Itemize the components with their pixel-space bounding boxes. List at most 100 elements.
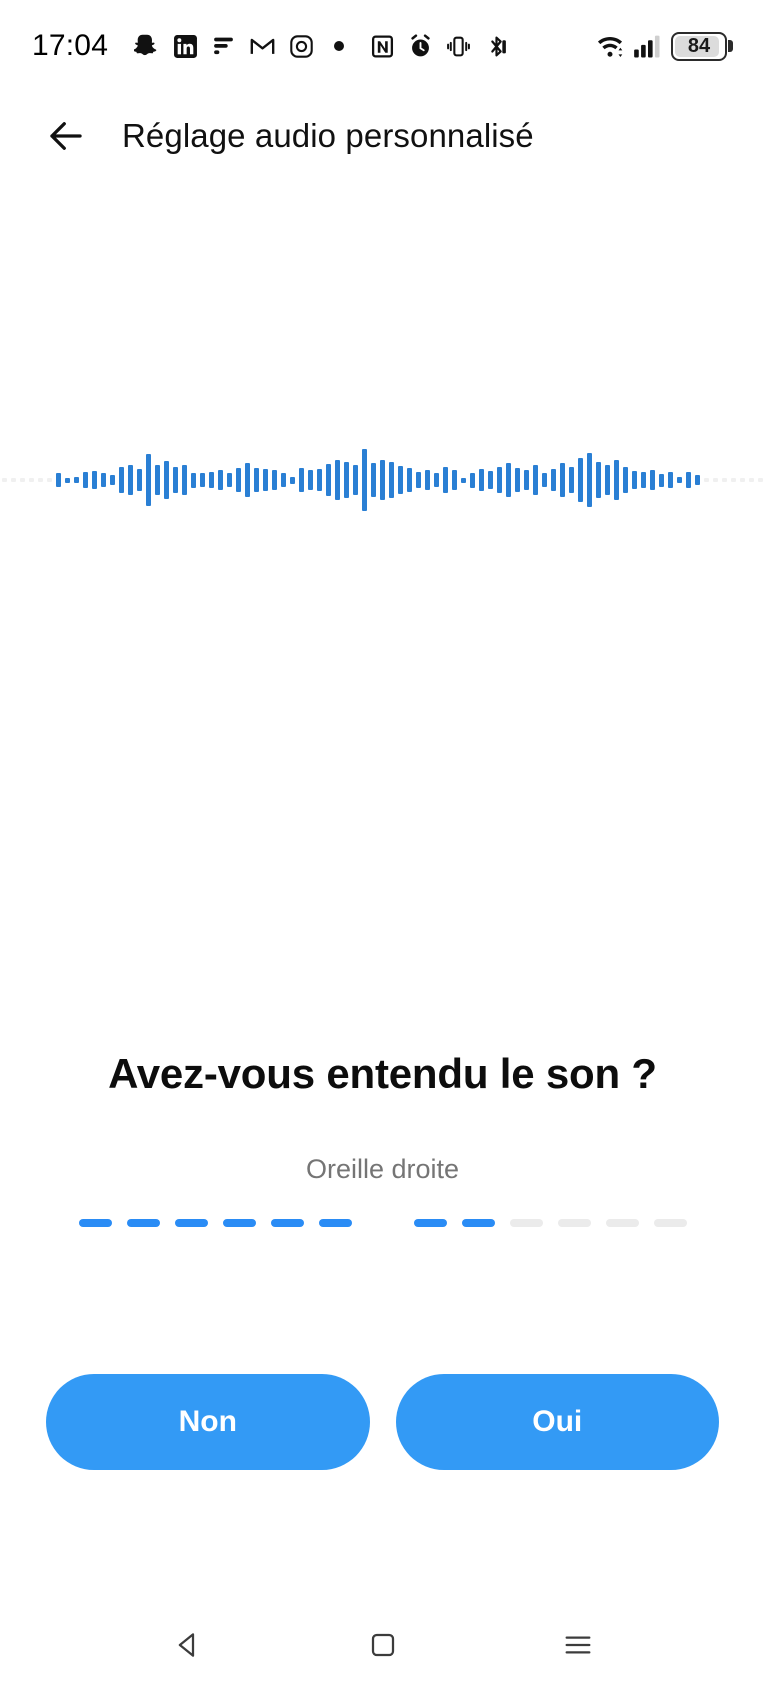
linkedin-icon — [173, 34, 198, 59]
status-bar-clock: 17:04 — [32, 29, 109, 62]
waveform-bar — [704, 478, 709, 482]
waveform-bar — [713, 478, 718, 482]
waveform-bar — [281, 473, 286, 487]
progress-dash — [270, 1219, 304, 1227]
waveform-bar — [299, 468, 304, 492]
gmail-icon — [249, 33, 276, 60]
waveform-bar — [173, 467, 178, 493]
waveform-bar — [470, 472, 475, 488]
progress-dash — [222, 1219, 256, 1227]
test-progress-indicator — [78, 1219, 687, 1227]
nav-home-button[interactable] — [343, 1610, 423, 1680]
waveform-bar — [182, 465, 187, 495]
waveform-bar — [740, 478, 745, 482]
ear-label: Oreille droite — [305, 1154, 460, 1184]
waveform-bar — [380, 460, 385, 500]
status-bar-right: 84 — [595, 31, 733, 61]
waveform-bar — [38, 478, 43, 482]
phone-screen: 17:04 84 Réglage audio personnalisé Avez… — [0, 0, 765, 1700]
waveform-bar — [686, 472, 691, 488]
waveform-bar — [461, 477, 466, 483]
waveform-bar — [533, 465, 538, 495]
waveform-bar — [56, 473, 61, 487]
waveform-bar — [29, 478, 34, 482]
bluetooth-icon — [484, 34, 509, 59]
instagram-icon — [289, 34, 314, 59]
progress-group-left — [78, 1219, 352, 1227]
status-bar-left: 17:04 — [32, 29, 108, 63]
waveform-bar — [371, 463, 376, 497]
waveform-bar — [92, 471, 97, 489]
android-nav-bar — [0, 1590, 765, 1700]
waveform-bar — [587, 453, 592, 507]
waveform-bar — [596, 462, 601, 498]
nav-back-button[interactable] — [148, 1610, 228, 1680]
waveform-bar — [83, 472, 88, 488]
alarm-icon — [408, 33, 433, 59]
waveform-bar — [137, 469, 142, 491]
progress-dash — [174, 1219, 208, 1227]
waveform-bar — [263, 469, 268, 491]
square-home-icon — [368, 1630, 398, 1660]
waveform-bar — [605, 465, 610, 495]
waveform-bar — [641, 472, 646, 488]
progress-dash — [461, 1219, 495, 1227]
waveform-bar — [677, 477, 682, 483]
triangle-back-icon — [173, 1630, 203, 1660]
waveform-bar — [614, 460, 619, 500]
waveform-bar — [731, 478, 736, 482]
waveform-bar — [209, 472, 214, 488]
waveform-bar — [164, 461, 169, 499]
waveform-bar — [659, 473, 664, 487]
progress-dash — [126, 1219, 160, 1227]
waveform-bar — [578, 458, 583, 502]
waveform-bar — [524, 470, 529, 490]
waveform-bar — [2, 478, 7, 482]
audio-waveform-area — [0, 240, 765, 720]
cellular-signal-icon — [633, 33, 663, 59]
waveform-bar — [551, 469, 556, 491]
waveform-bar — [407, 468, 412, 492]
waveform-bar — [722, 478, 727, 482]
back-button[interactable] — [40, 110, 92, 162]
nav-recents-button[interactable] — [538, 1610, 618, 1680]
waveform-bar — [65, 477, 70, 483]
waveform-bar — [506, 463, 511, 497]
waveform-bar — [758, 478, 763, 482]
waveform-bar — [443, 467, 448, 493]
progress-group-right — [413, 1219, 687, 1227]
waveform-bar — [110, 475, 115, 485]
app-bar: Réglage audio personnalisé — [0, 92, 765, 180]
waveform-bar — [452, 470, 457, 490]
nfc-icon — [370, 34, 395, 59]
waveform-bar — [20, 478, 25, 482]
waveform-bar — [749, 478, 754, 482]
waveform-bar — [344, 462, 349, 498]
battery-icon: 84 — [671, 31, 733, 61]
waveform-bar — [416, 472, 421, 488]
waveform-bar — [623, 467, 628, 493]
waveform-bar — [326, 464, 331, 496]
waveform-bar — [479, 469, 484, 491]
waveform-bar — [146, 454, 151, 506]
waveform-bar — [227, 473, 232, 487]
waveform-bar — [308, 470, 313, 490]
waveform-bar — [362, 449, 367, 511]
waveform-bar — [236, 468, 241, 492]
waveform-bar — [515, 468, 520, 492]
progress-dash — [605, 1219, 639, 1227]
back-arrow-icon — [45, 115, 87, 157]
waveform-bar — [488, 471, 493, 489]
answer-no-button[interactable]: Non — [46, 1374, 370, 1470]
waveform-bar — [74, 477, 79, 483]
waveform-bar — [542, 473, 547, 487]
progress-dash — [413, 1219, 447, 1227]
answer-yes-button[interactable]: Oui — [395, 1374, 719, 1470]
waveform-bar — [11, 478, 16, 482]
waveform-bar — [218, 470, 223, 490]
waveform-bar — [632, 471, 637, 489]
waveform-bar — [668, 472, 673, 488]
waveform-bar — [128, 465, 133, 495]
waveform-bar — [290, 476, 295, 484]
waveform-bar — [695, 475, 700, 485]
